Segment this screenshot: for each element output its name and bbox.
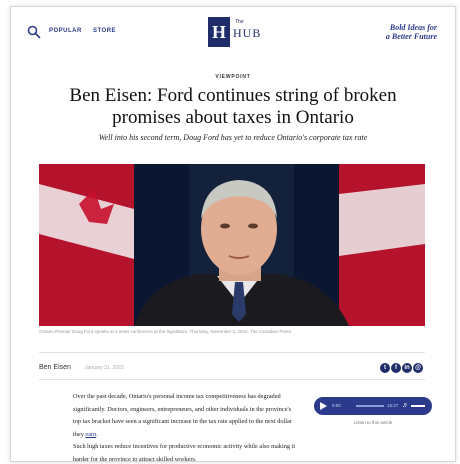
volume-slider[interactable] [411,405,425,407]
audio-player: 0:00 15:27 ♬ [314,397,432,415]
facebook-icon[interactable]: f [391,363,401,373]
photo-caption: Ontario Premier Doug Ford speaks at a ne… [39,329,293,334]
nav-link-popular[interactable]: POPULAR [49,28,82,34]
site-logo-mark[interactable]: H [208,17,230,47]
audio-current-time: 0:00 [332,403,341,408]
hero-photo [39,164,425,326]
linkedin-icon[interactable]: in [402,363,412,373]
site-logo-the: The [235,19,244,25]
divider-top [39,352,425,353]
volume-icon[interactable]: ♬ [402,402,409,410]
earn-link[interactable]: earn [85,431,96,438]
hero-photo-illustration [39,164,425,326]
article-body: Over the past decade, Ontario's personal… [73,391,299,462]
article-kicker[interactable]: VIEWPOINT [11,74,455,80]
twitter-icon[interactable]: t [380,363,390,373]
site-logo-name[interactable]: HUB [233,26,261,41]
search-icon[interactable] [27,25,41,39]
paragraph-1-text: Over the past decade, Ontario's personal… [73,393,292,438]
audio-seek-bar[interactable] [356,405,384,407]
article-headline: Ben Eisen: Ford continues string of brok… [69,85,397,128]
article-dek: Well into his second term, Doug Ford has… [98,133,368,142]
divider-bottom [39,379,425,380]
tagline-line-1: Bold Ideas for [389,23,437,32]
tagline-line-2: a Better Future [385,32,437,41]
paragraph-1: Over the past decade, Ontario's personal… [73,393,292,438]
site-tagline: Bold Ideas for a Better Future [386,23,437,41]
email-icon[interactable]: @ [413,363,423,373]
author-name[interactable]: Ben Eisen [39,364,71,371]
listen-label: Listen to this article [353,420,393,425]
site-header: POPULAR STORE H The HUB Bold Ideas for a… [11,7,455,59]
publish-date: January 31, 2023 [85,365,124,371]
play-icon[interactable] [320,402,327,410]
browser-page: POPULAR STORE H The HUB Bold Ideas for a… [10,6,456,462]
nav-link-store[interactable]: STORE [93,28,116,34]
paragraph-2: Such high taxes reduce incentives for pr… [73,443,296,462]
audio-duration: 15:27 [387,403,399,408]
